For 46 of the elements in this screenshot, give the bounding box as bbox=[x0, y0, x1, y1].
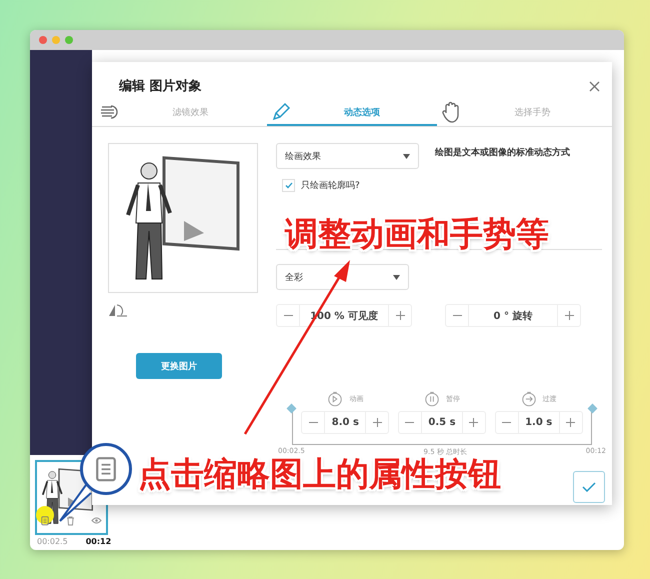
number-stepper[interactable]: 0.5 s bbox=[398, 410, 486, 434]
flip-icon[interactable] bbox=[108, 303, 128, 317]
outline-checkbox[interactable] bbox=[282, 179, 295, 192]
timeline-handle[interactable] bbox=[286, 404, 296, 414]
pencil-icon bbox=[270, 102, 291, 122]
stepper-value: 8.0 s bbox=[324, 412, 366, 432]
start-time: 00:02.5 bbox=[37, 537, 68, 546]
caret-icon bbox=[403, 154, 410, 158]
timeline-handle[interactable] bbox=[588, 404, 598, 414]
confirm-button[interactable] bbox=[573, 471, 605, 503]
caret-icon bbox=[393, 274, 400, 280]
highlight-marker bbox=[36, 506, 54, 524]
dialog-title: 编辑 图片对象 bbox=[119, 78, 202, 95]
plus-icon bbox=[372, 418, 382, 426]
window-control-dot[interactable] bbox=[52, 36, 60, 44]
plus-icon bbox=[396, 311, 404, 320]
annotation-text: 点击缩略图上的属性按钮 bbox=[138, 454, 501, 495]
close-icon[interactable] bbox=[589, 80, 600, 92]
effect-dropdown[interactable]: 绘画效果 bbox=[276, 143, 419, 169]
effect-description: 绘图是文本或图像的标准动态方式 bbox=[435, 146, 570, 159]
pause-timer-icon bbox=[424, 390, 440, 408]
stepper-value: 0.5 s bbox=[420, 412, 463, 432]
hand-icon bbox=[441, 101, 462, 123]
end-time: 00:12 bbox=[86, 537, 112, 546]
number-stepper[interactable]: 0 ° 旋转 bbox=[445, 304, 581, 327]
stepper-value: 1.0 s bbox=[518, 412, 560, 432]
color-dropdown[interactable]: 全彩 bbox=[276, 264, 409, 290]
plus-icon bbox=[469, 418, 478, 426]
trash-icon[interactable] bbox=[66, 516, 74, 526]
stepper-value: 0 ° 旋转 bbox=[468, 305, 558, 326]
check-icon bbox=[582, 482, 596, 492]
annotation-text: 调整动画和手势等 bbox=[285, 213, 549, 255]
play-timer-icon bbox=[327, 390, 344, 408]
window-control-dot[interactable] bbox=[39, 36, 47, 44]
checkbox-label: 只绘画轮廓吗? bbox=[301, 180, 360, 192]
arrow-timer-icon bbox=[520, 390, 537, 408]
eye-icon[interactable] bbox=[91, 517, 102, 524]
document-icon bbox=[41, 516, 49, 526]
number-stepper[interactable]: 1.0 s bbox=[494, 410, 583, 434]
number-stepper[interactable]: 8.0 s bbox=[301, 410, 390, 434]
lines-icon bbox=[100, 105, 118, 119]
document-icon bbox=[95, 456, 117, 482]
check-icon bbox=[284, 182, 292, 189]
plus-icon bbox=[564, 311, 574, 320]
window-control-dot[interactable] bbox=[65, 36, 73, 44]
plus-icon bbox=[566, 418, 576, 426]
